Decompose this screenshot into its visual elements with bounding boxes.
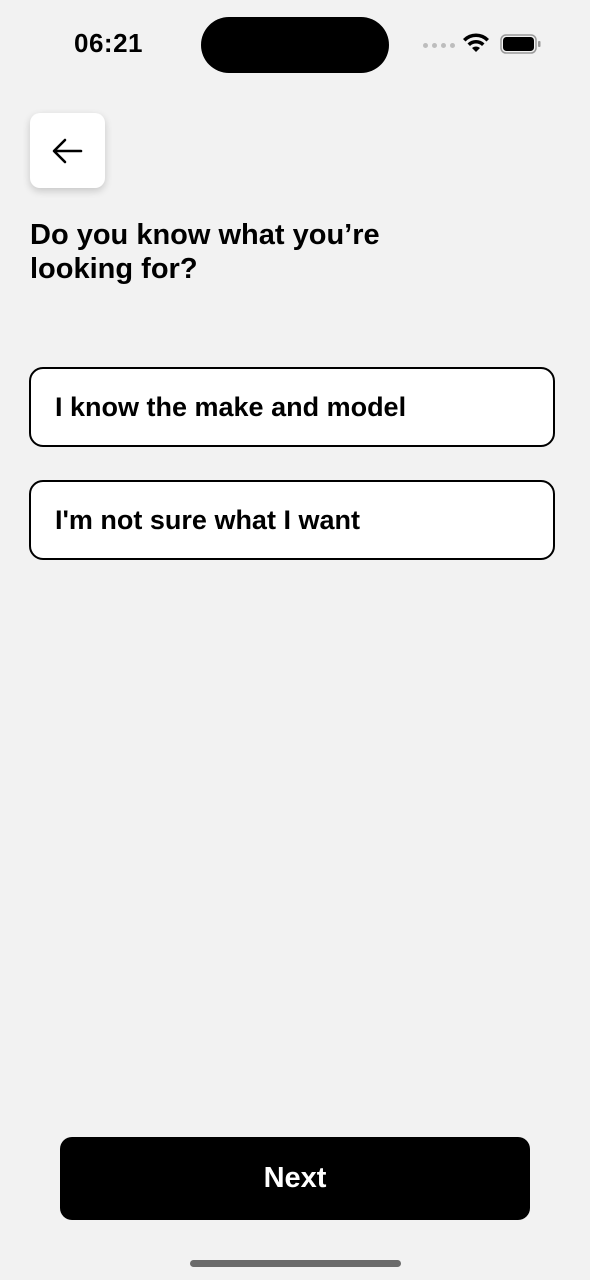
battery-icon: [500, 34, 541, 54]
arrow-left-icon: [52, 138, 82, 163]
home-indicator: [190, 1260, 401, 1267]
option-know-make-model[interactable]: I know the make and model: [29, 367, 555, 447]
option-not-sure[interactable]: I'm not sure what I want: [29, 480, 555, 560]
status-time: 06:21: [74, 28, 143, 58]
status-bar: 06:21: [0, 0, 590, 90]
option-label: I know the make and model: [55, 391, 407, 422]
wifi-icon: [463, 33, 489, 52]
dynamic-island: [201, 17, 389, 73]
page-title: Do you know what you’re looking for?: [30, 219, 380, 285]
back-button[interactable]: [30, 113, 105, 188]
next-button[interactable]: Next: [60, 1137, 530, 1220]
option-label: I'm not sure what I want: [55, 504, 360, 535]
cellular-signal-icon: [423, 43, 455, 48]
